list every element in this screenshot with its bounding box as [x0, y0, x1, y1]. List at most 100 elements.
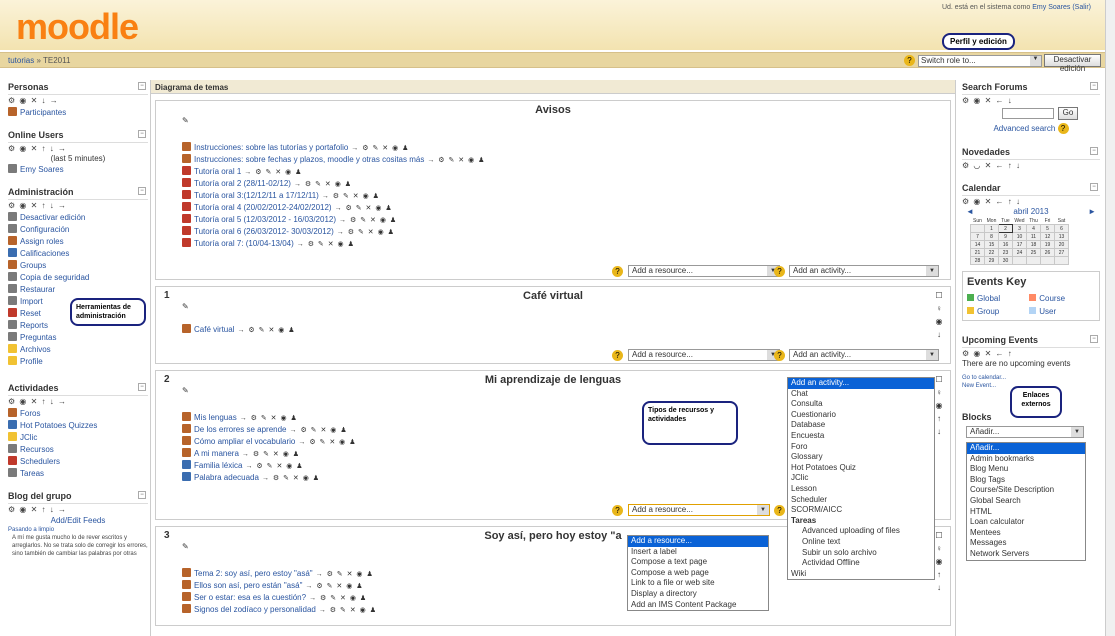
dropdown-option[interactable]: Consulta	[788, 399, 934, 410]
resource-item[interactable]: Instrucciones: sobre fechas y plazos, mo…	[182, 153, 950, 165]
collapse-icon[interactable]: −	[1090, 82, 1098, 90]
dropdown-option[interactable]: Scheduler	[788, 495, 934, 506]
block-controls[interactable]: ⚙ ◉ ✕ ↑ ↓ →	[8, 200, 148, 211]
dropdown-option[interactable]: Course/Site Description	[967, 485, 1085, 496]
add-resource-select[interactable]: Add a resource... ▼	[628, 349, 780, 361]
dropdown-option[interactable]: Display a directory	[628, 589, 768, 600]
resource-item[interactable]: Tutoría oral 7: (10/04-13/04) → ⚙ ✎ ✕ ◉ ♟	[182, 237, 950, 249]
block-controls[interactable]: ⚙ ◉ ✕ ↑ ↓ →	[8, 504, 148, 515]
edit-toggle-button[interactable]: Desactivar edición	[1044, 54, 1101, 73]
dropdown-option[interactable]: SCORM/AICC	[788, 505, 934, 516]
resource-item[interactable]: Tutoría oral 6 (26/03/2012- 30/03/2012) →…	[182, 225, 950, 237]
advanced-search-link[interactable]: Advanced search ?	[962, 122, 1100, 135]
dropdown-option[interactable]: Añadir...	[967, 443, 1085, 454]
section-controls[interactable]: ☐ ♀ ◉ ↓	[934, 289, 944, 341]
block-controls[interactable]: ⚙ ◉ ✕ ← ↓	[962, 95, 1100, 106]
edit-summary-icon[interactable]: ✎	[156, 302, 950, 311]
add-activity-select[interactable]: Add an activity... ▼	[789, 265, 939, 277]
dropdown-option[interactable]: Compose a web page	[628, 568, 768, 579]
resource-item[interactable]: Signos del zodíaco y personalidad → ⚙ ✎ ✕…	[182, 603, 950, 615]
admin-item[interactable]: Archivos	[8, 343, 148, 355]
add-resource-select[interactable]: Add a resource... ▼	[628, 265, 780, 277]
dropdown-option[interactable]: Advanced uploading of files	[788, 526, 934, 537]
help-icon[interactable]: ?	[774, 350, 785, 361]
dropdown-option[interactable]: Admin bookmarks	[967, 454, 1085, 465]
resource-item[interactable]: Ellos son así, pero están "asá" → ⚙ ✎ ✕ ◉…	[182, 579, 950, 591]
help-icon[interactable]: ?	[612, 266, 623, 277]
admin-item[interactable]: Calificaciones	[8, 247, 148, 259]
block-controls[interactable]: ⚙ ◉ ✕ ← ↑ ↓	[962, 196, 1100, 207]
help-icon[interactable]: ?	[612, 505, 623, 516]
dropdown-option[interactable]: Actividad Offline	[788, 558, 934, 569]
help-icon[interactable]: ?	[774, 505, 785, 516]
help-icon[interactable]: ?	[904, 55, 915, 66]
dropdown-option[interactable]: Encuesta	[788, 431, 934, 442]
help-icon[interactable]: ?	[774, 266, 785, 277]
activity-dropdown[interactable]: Add an activity... Chat Consulta Cuestio…	[787, 377, 935, 581]
goto-calendar-link[interactable]: Go to calendar...	[962, 374, 1100, 382]
dropdown-option[interactable]: Add a resource...	[628, 536, 768, 547]
resource-dropdown[interactable]: Add a resource... Insert a label Compose…	[627, 535, 769, 612]
admin-item[interactable]: Preguntas	[8, 331, 148, 343]
collapse-icon[interactable]: −	[138, 187, 146, 195]
add-feeds-link[interactable]: Add/Edit Feeds	[8, 515, 148, 526]
add-block-select[interactable]: Añadir... ▼	[966, 426, 1084, 438]
key-group[interactable]: Group	[967, 305, 1027, 318]
dropdown-option[interactable]: Wiki	[788, 569, 934, 580]
dropdown-option[interactable]: Subir un solo archivo	[788, 548, 934, 559]
scrollbar[interactable]	[1105, 0, 1115, 636]
admin-item[interactable]: Groups	[8, 259, 148, 271]
participants-link[interactable]: Participantes	[8, 106, 148, 118]
admin-item[interactable]: Restaurar	[8, 283, 148, 295]
activity-link[interactable]: Schedulers	[8, 455, 148, 467]
help-icon[interactable]: ?	[1057, 123, 1069, 134]
resource-item[interactable]: Café virtual → ⚙ ✎ ✕ ◉ ♟	[182, 323, 950, 335]
edit-summary-icon[interactable]: ✎	[156, 116, 950, 125]
crumb-home[interactable]: tutorias	[8, 56, 34, 65]
admin-item[interactable]: Copia de seguridad	[8, 271, 148, 283]
collapse-icon[interactable]: −	[1090, 147, 1098, 155]
dropdown-option[interactable]: HTML	[967, 507, 1085, 518]
blocks-dropdown[interactable]: Añadir... Admin bookmarks Blog Menu Blog…	[966, 442, 1086, 561]
dropdown-option[interactable]: Insert a label	[628, 547, 768, 558]
section-controls[interactable]: ☐ ♀ ◉ ↑ ↓	[934, 373, 944, 438]
online-user[interactable]: Emy Soares	[8, 163, 148, 175]
collapse-icon[interactable]: −	[138, 82, 146, 90]
block-controls[interactable]: ⚙ ◉ ✕ ↓ →	[8, 95, 148, 106]
dropdown-option[interactable]: Add an activity...	[788, 378, 934, 389]
resource-item[interactable]: Instrucciones: sobre las tutorías y port…	[182, 141, 950, 153]
admin-item[interactable]: Assign roles	[8, 235, 148, 247]
resource-item[interactable]: Tutoría oral 2 (28/11-02/12) → ⚙ ✎ ✕ ◉ ♟	[182, 177, 950, 189]
help-icon[interactable]: ?	[612, 350, 623, 361]
section-controls[interactable]: ☐ ♀ ◉ ↑ ↓	[934, 529, 944, 594]
moodle-logo[interactable]: moodle	[16, 6, 139, 48]
dropdown-option[interactable]: Mentees	[967, 528, 1085, 539]
block-controls[interactable]: ⚙ ◉ ✕ ← ↑	[962, 348, 1100, 359]
dropdown-option[interactable]: Loan calculator	[967, 517, 1085, 528]
activity-link[interactable]: Tareas	[8, 467, 148, 479]
dropdown-option[interactable]: Hot Potatoes Quiz	[788, 463, 934, 474]
switch-role-select[interactable]: Switch role to... ▼	[918, 55, 1042, 67]
add-resource-select[interactable]: Add a resource... ▼	[628, 504, 770, 516]
dropdown-option[interactable]: Global Search	[967, 496, 1085, 507]
resource-item[interactable]: Tutoría oral 4 (20/02/2012-24/02/2012) → …	[182, 201, 950, 213]
key-course[interactable]: Course	[1029, 294, 1065, 303]
activity-link[interactable]: Hot Potatoes Quizzes	[8, 419, 148, 431]
dropdown-option[interactable]: Link to a file or web site	[628, 578, 768, 589]
dropdown-option[interactable]: Blog Menu	[967, 464, 1085, 475]
collapse-icon[interactable]: −	[138, 383, 146, 391]
resource-item[interactable]: Ser o estar: esa es la cuestión? → ⚙ ✎ ✕ …	[182, 591, 950, 603]
go-button[interactable]: Go	[1058, 107, 1078, 120]
dropdown-option[interactable]: Compose a text page	[628, 557, 768, 568]
dropdown-option[interactable]: Add an IMS Content Package	[628, 600, 768, 611]
block-controls[interactable]: ⚙ ◡ ✕ ← ↑ ↓	[962, 160, 1100, 171]
dropdown-option[interactable]: Online text	[788, 537, 934, 548]
collapse-icon[interactable]: −	[138, 491, 146, 499]
resource-item[interactable]: Tutoría oral 5 (12/03/2012 - 16/03/2012)…	[182, 213, 950, 225]
admin-item[interactable]: Profile	[8, 355, 148, 367]
dropdown-option[interactable]: Glossary	[788, 452, 934, 463]
collapse-icon[interactable]: −	[1090, 183, 1098, 191]
collapse-icon[interactable]: −	[138, 130, 146, 138]
activity-link[interactable]: Foros	[8, 407, 148, 419]
key-user[interactable]: User	[1029, 307, 1056, 316]
